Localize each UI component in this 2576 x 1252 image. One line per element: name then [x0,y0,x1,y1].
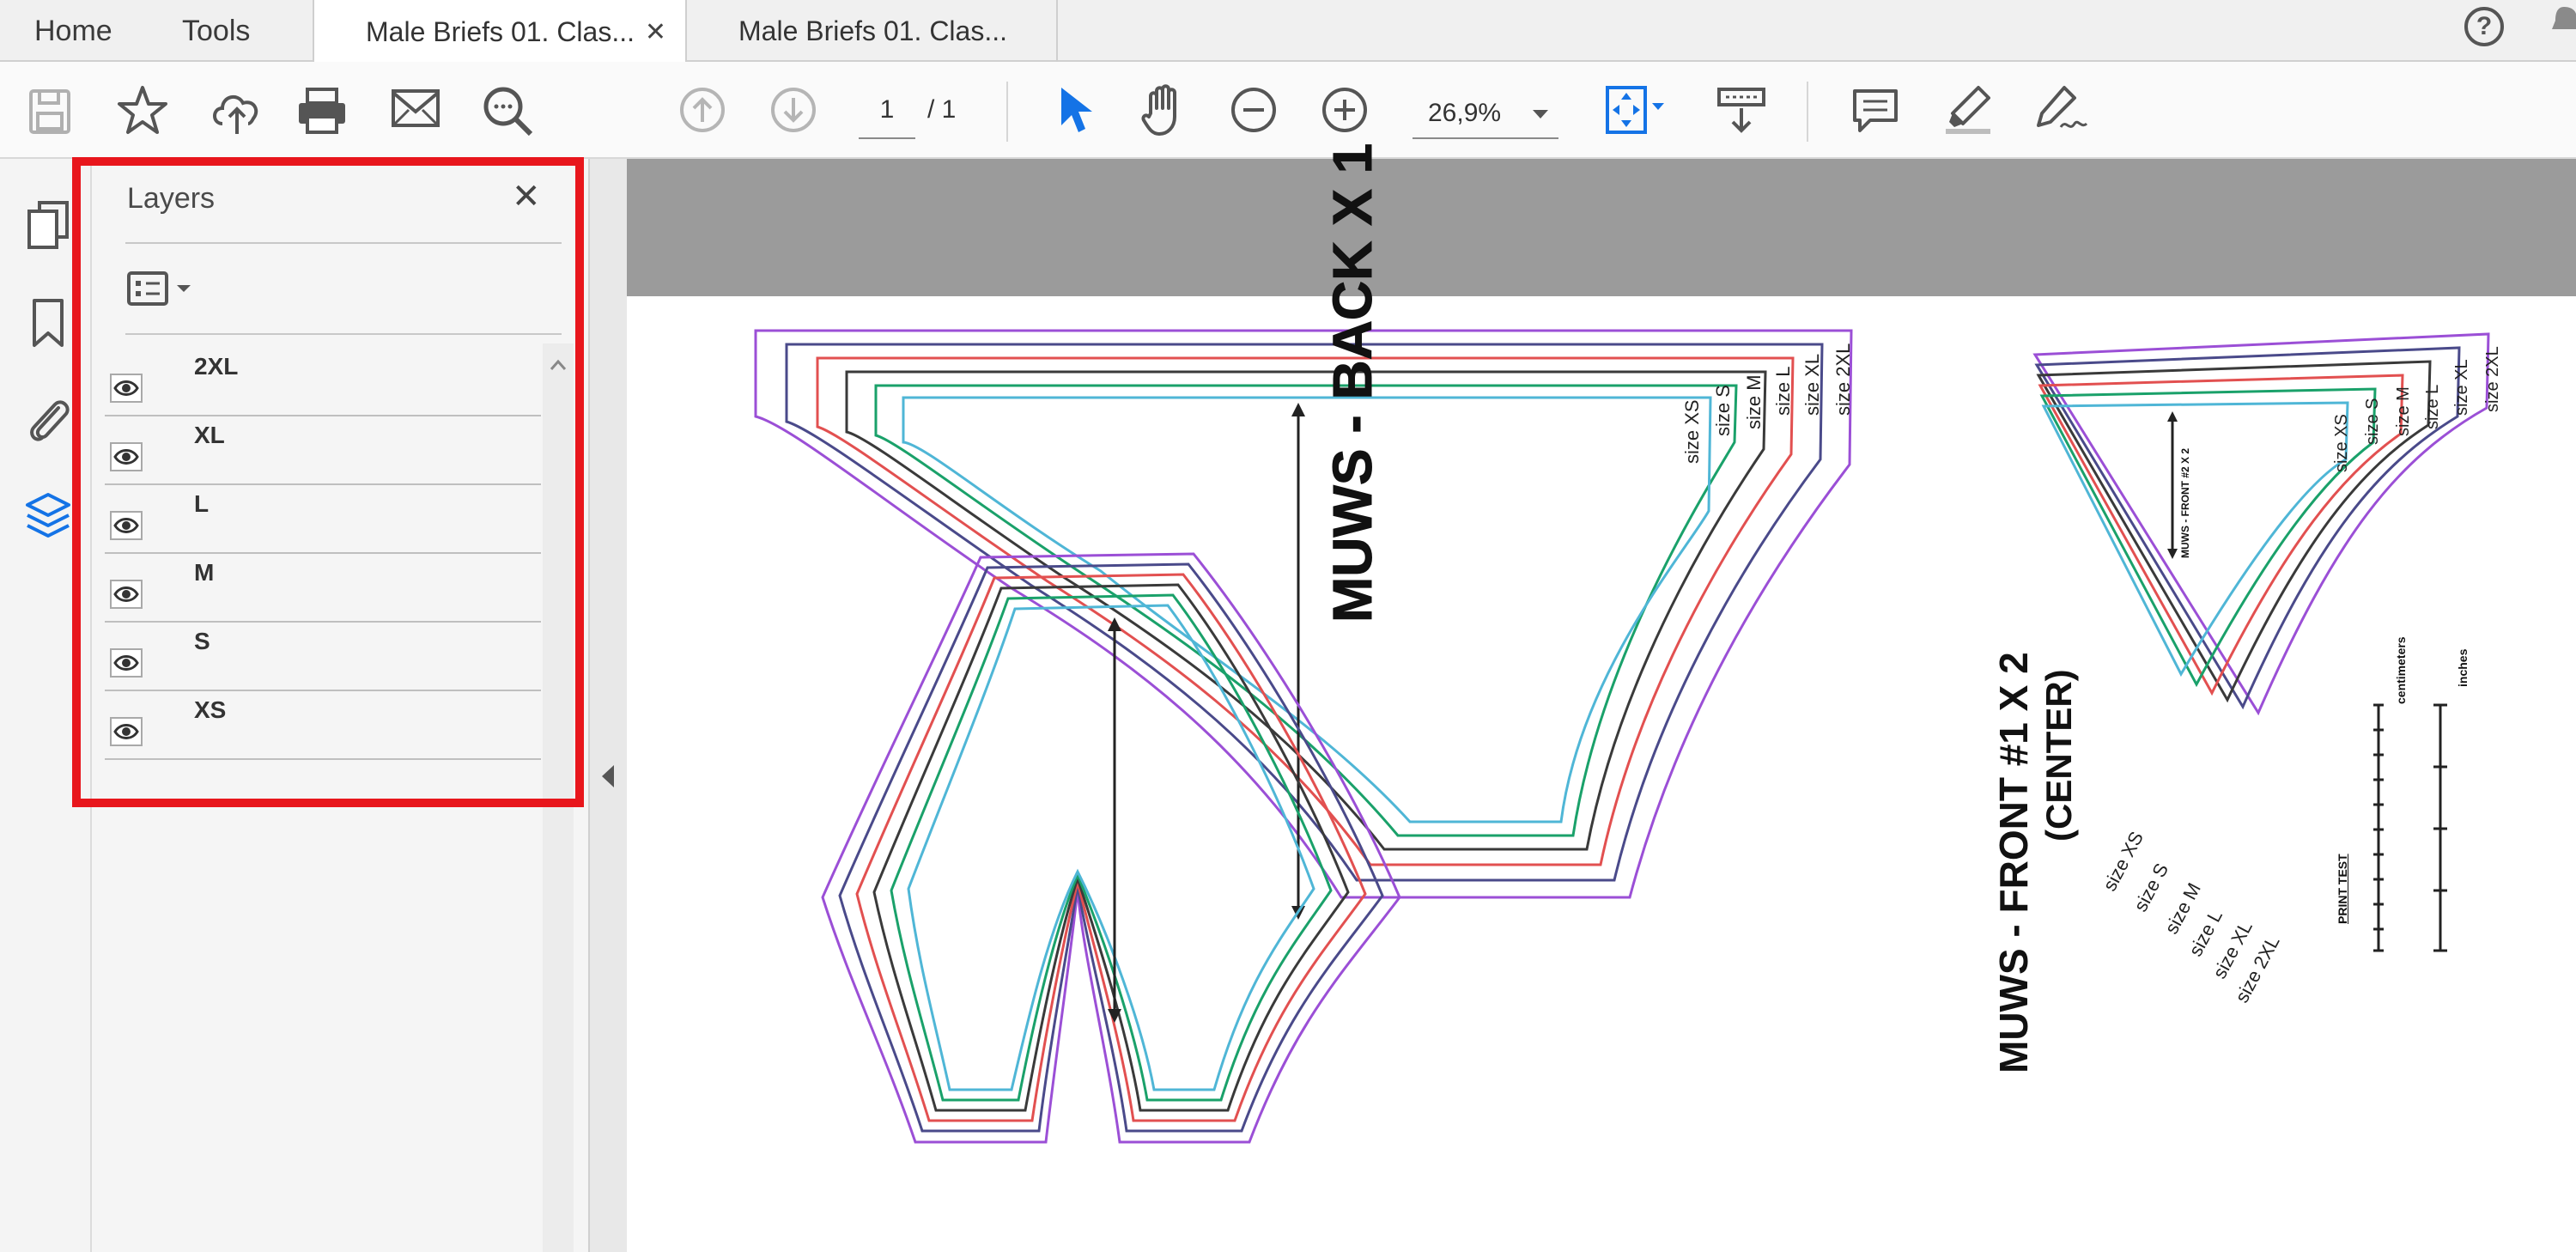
size-label-s: size S [1712,385,1734,436]
layer-label: L [194,490,210,517]
size-label-m: size M [1743,374,1765,429]
fit-page-icon[interactable] [1602,82,1668,137]
hand-tool-icon[interactable] [1139,82,1192,137]
find-search-icon[interactable] [481,84,536,139]
tab-document-1[interactable]: Male Briefs 01. Clas... ✕ [313,0,687,64]
size-label-xs: size XS [2332,414,2351,472]
close-tab-icon[interactable]: ✕ [645,17,666,47]
layer-label: XS [194,696,227,723]
tab-bar: Home Tools Male Briefs 01. Clas... ✕ Mal… [0,0,2576,64]
front-piece-title: MUWS - FRONT #1 X 2 [1991,652,2036,1073]
size-label-2xl: size 2XL [1832,343,1854,416]
close-panel-icon[interactable]: ✕ [512,177,541,216]
layer-item-l[interactable]: L [105,485,541,554]
email-icon[interactable] [390,88,441,131]
zoom-out-icon[interactable] [1230,86,1278,134]
panel-divider [125,242,562,244]
collapse-arrow-icon[interactable] [600,763,617,789]
next-page-icon[interactable] [769,86,817,134]
select-cursor-icon[interactable] [1054,84,1096,136]
pattern-page [754,329,2490,1144]
zoom-value: 26,9% [1428,99,1502,127]
highlight-pen-icon[interactable] [1942,84,1994,136]
size-label-l: size L [1772,366,1794,416]
layer-item-2xl[interactable]: 2XL [105,348,541,416]
layer-label: XL [194,422,225,448]
chevron-down-icon [1533,110,1548,119]
print-icon[interactable] [295,84,349,137]
tab-document-2-label: Male Briefs 01. Clas... [738,15,1007,46]
previous-page-icon[interactable] [678,86,726,134]
zoom-select[interactable]: 26,9% [1413,89,1558,139]
tab-document-2[interactable]: Male Briefs 01. Clas... [687,0,1058,62]
layer-label: S [194,628,210,654]
toolbar-divider [1807,82,1808,142]
layers-panel-title: Layers [127,182,216,215]
size-label-xl: size XL [1801,353,1823,416]
tab-home[interactable]: Home [34,0,112,62]
layers-scrollbar[interactable] [543,343,574,1252]
layer-options-icon[interactable] [125,270,199,307]
inches-label: inches [2456,648,2470,687]
side-piece-title: MUWS - FRONT #2 X 2 [2179,447,2191,558]
layers-icon[interactable] [24,491,72,543]
layer-item-s[interactable]: S [105,623,541,691]
tab-document-1-label: Male Briefs 01. Clas... [366,15,635,47]
back-piece-title: MUWS - BACK X 1 [1321,143,1384,623]
size-label-xs: size XS [1681,399,1703,464]
zoom-in-icon[interactable] [1321,86,1369,134]
comment-icon[interactable] [1851,86,1899,134]
page-gap [627,159,2576,296]
layer-item-xl[interactable]: XL [105,416,541,485]
layer-item-m[interactable]: M [105,554,541,623]
layer-label: M [194,559,215,586]
centimeters-label: centimeters [2394,636,2408,704]
size-label-m: size M [2394,386,2413,436]
upload-cloud-icon[interactable] [209,84,265,137]
scroll-mode-icon[interactable] [1716,84,1767,137]
visibility-eye-icon[interactable] [110,511,143,540]
bookmarks-icon[interactable] [31,297,65,350]
sign-pen-icon[interactable] [2032,84,2088,136]
panel-divider [125,333,562,335]
page-number-input[interactable]: 1 [859,89,915,139]
front-piece-subtitle: (CENTER) [2038,669,2079,842]
scroll-up-icon[interactable] [550,359,567,371]
toolbar [0,62,2576,159]
save-icon[interactable] [26,86,77,137]
visibility-eye-icon[interactable] [110,717,143,746]
toolbar-divider [1006,82,1008,142]
size-label-s: size S [2363,398,2382,445]
print-test-label: PRINT TEST [2336,854,2349,924]
size-label-l: size L [2423,384,2442,429]
notification-icon[interactable] [2552,3,2576,38]
visibility-eye-icon[interactable] [110,374,143,403]
attachments-icon[interactable] [24,391,72,446]
size-label-2xl: size 2XL [2483,346,2502,412]
panel-collapse-strip[interactable] [588,159,627,1252]
visibility-eye-icon[interactable] [110,580,143,609]
tab-tools[interactable]: Tools [182,0,250,62]
layer-label: 2XL [194,353,239,380]
visibility-eye-icon[interactable] [110,648,143,678]
page-total: / 1 [927,95,957,124]
size-label-xl: size XL [2452,359,2471,416]
help-icon[interactable]: ? [2464,7,2504,46]
page-thumbnails-icon[interactable] [26,199,70,251]
layer-item-xs[interactable]: XS [105,691,541,760]
visibility-eye-icon[interactable] [110,442,143,471]
bookmark-star-icon[interactable] [116,84,169,137]
